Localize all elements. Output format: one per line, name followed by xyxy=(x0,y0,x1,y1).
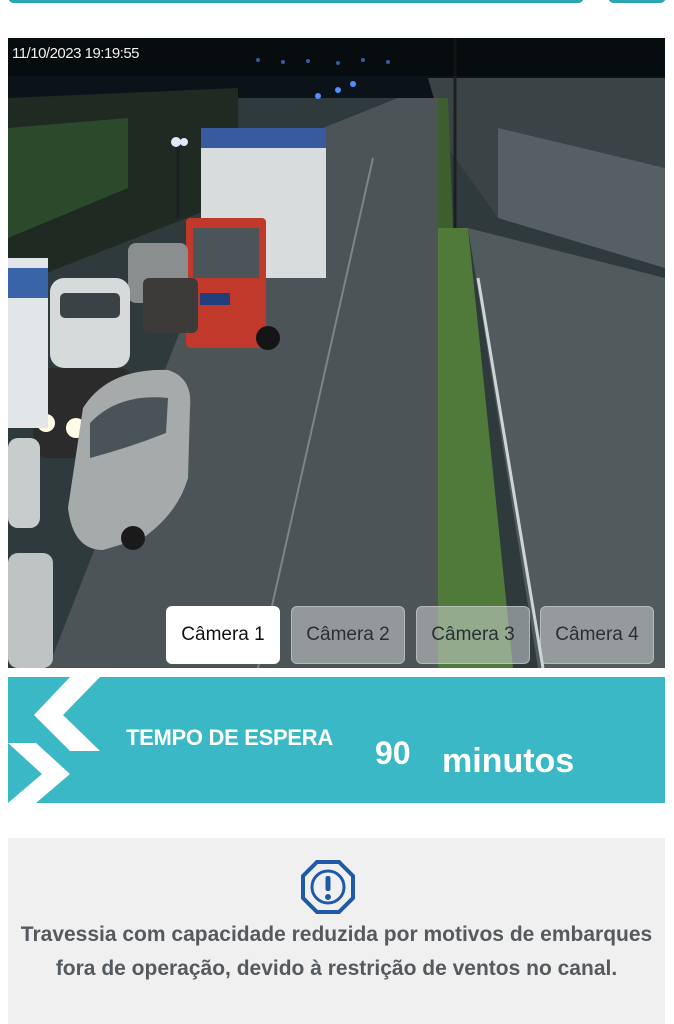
camera-selector: Câmera 1 Câmera 2 Câmera 3 Câmera 4 xyxy=(166,606,658,666)
notice-box: Travessia com capacidade reduzida por mo… xyxy=(8,838,665,1024)
alert-octagon-icon xyxy=(301,860,355,914)
top-bar-right xyxy=(608,0,666,3)
page: 11/10/2023 19:19:55 Câmera 1 Câmera 2 Câ… xyxy=(0,0,674,1024)
wait-time-unit: minutos xyxy=(442,742,575,780)
top-bar-left xyxy=(8,0,584,3)
camera-3-button[interactable]: Câmera 3 xyxy=(416,606,530,664)
wait-time-value: 90 xyxy=(375,735,411,771)
camera-image xyxy=(8,38,665,668)
camera-4-button[interactable]: Câmera 4 xyxy=(540,606,654,664)
wait-time-banner: TEMPO DE ESPERA 90 minutos xyxy=(8,677,665,803)
camera-1-button[interactable]: Câmera 1 xyxy=(166,606,280,664)
camera-feed: 11/10/2023 19:19:55 Câmera 1 Câmera 2 Câ… xyxy=(8,38,665,668)
camera-2-button[interactable]: Câmera 2 xyxy=(291,606,405,664)
notice-text: Travessia com capacidade reduzida por mo… xyxy=(20,923,653,980)
chevron-arrows-icon xyxy=(8,677,100,803)
camera-timestamp: 11/10/2023 19:19:55 xyxy=(12,45,140,62)
wait-time-label: TEMPO DE ESPERA xyxy=(126,725,333,750)
